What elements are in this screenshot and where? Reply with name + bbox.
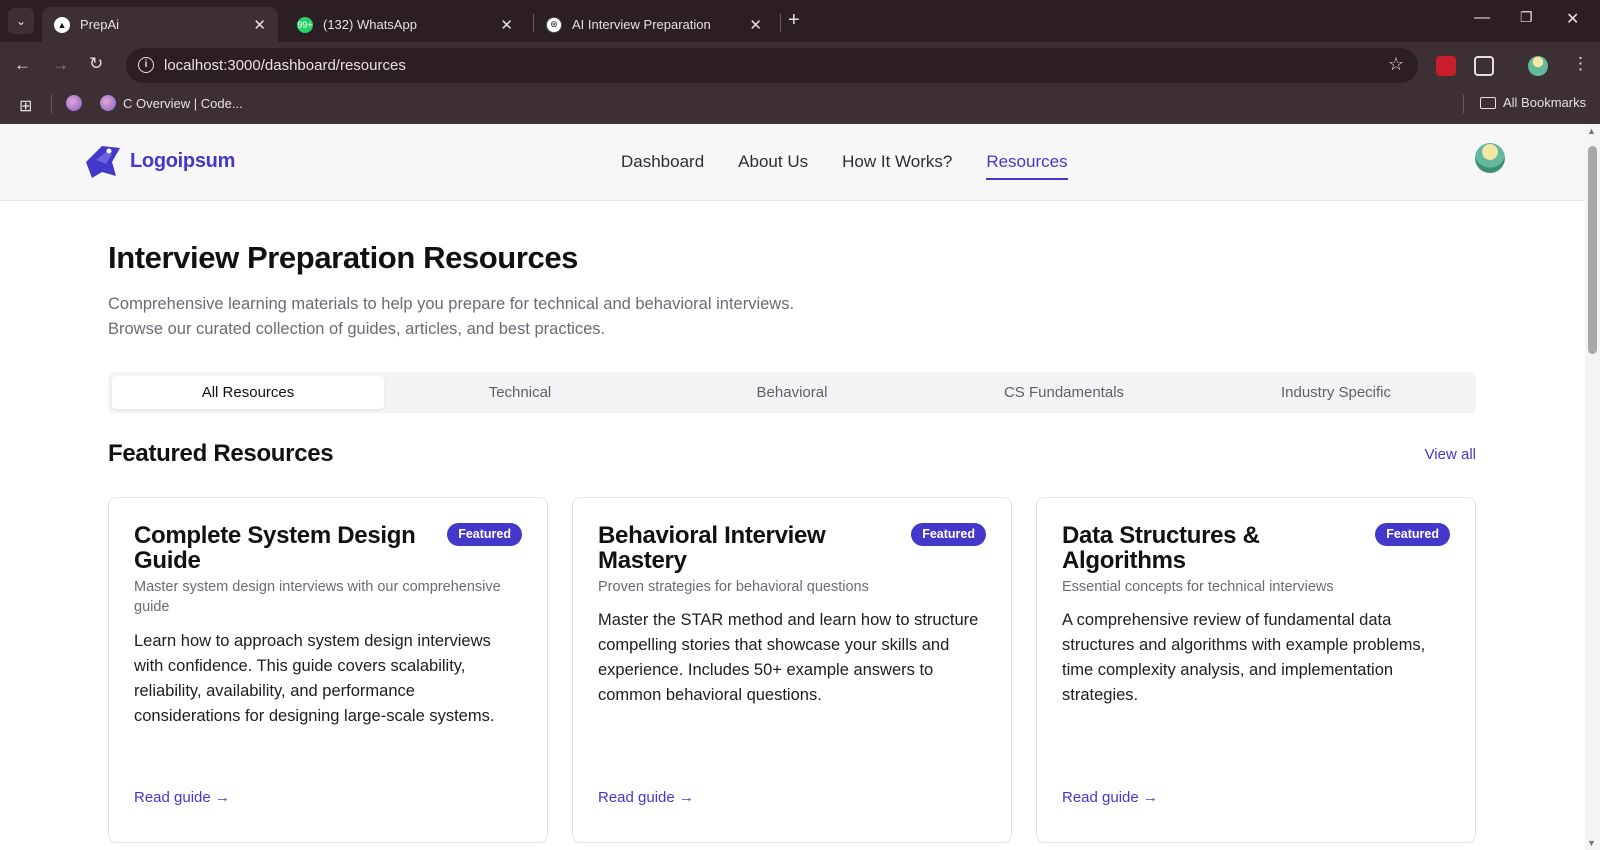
featured-heading: Featured Resources (108, 440, 334, 467)
extensions-puzzle-icon[interactable] (1474, 56, 1494, 76)
site-info-icon[interactable]: i (138, 57, 154, 73)
whatsapp-favicon-icon: 99+ (297, 16, 313, 33)
bookmark-item[interactable] (66, 95, 89, 111)
prepai-favicon-icon: ▲ (54, 16, 70, 33)
page-viewport: Logoipsum Dashboard About Us How It Work… (0, 124, 1585, 850)
tab-title: PrepAi (80, 17, 120, 32)
read-guide-link[interactable]: Read guide → (1062, 789, 1158, 806)
tab-divider (780, 14, 781, 32)
card-description: Learn how to approach system design inte… (134, 632, 495, 725)
apps-grid-icon[interactable]: ⊞ (19, 96, 32, 116)
bookmark-avatar-icon (100, 95, 116, 111)
tab-title: AI Interview Preparation (572, 17, 711, 32)
close-tab-icon[interactable]: ✕ (500, 16, 513, 34)
logo-mark-icon (86, 146, 120, 178)
page-title: Interview Preparation Resources (108, 240, 579, 275)
bookmark-divider (51, 95, 52, 113)
nav-how-it-works[interactable]: How It Works? (842, 152, 952, 180)
address-bar[interactable]: i localhost:3000/dashboard/resources ☆ (126, 48, 1418, 83)
user-avatar[interactable] (1475, 143, 1505, 173)
card-title: Complete System Design Guide (134, 522, 416, 574)
bookmark-item-c-overview[interactable]: C Overview | Code... (100, 95, 243, 111)
main-nav: Dashboard About Us How It Works? Resourc… (621, 152, 1102, 180)
close-tab-icon[interactable]: ✕ (253, 16, 266, 34)
browser-tab-prepai[interactable]: ▲ PrepAi ✕ (42, 7, 278, 42)
page-description: Comprehensive learning materials to help… (108, 295, 795, 338)
site-logo[interactable]: Logoipsum (82, 142, 235, 180)
all-bookmarks-button[interactable]: All Bookmarks (1480, 95, 1586, 110)
read-guide-link[interactable]: Read guide → (598, 789, 694, 806)
scroll-down-arrow-icon[interactable]: ▼ (1587, 838, 1596, 848)
tab-technical[interactable]: Technical (384, 376, 656, 409)
tab-title: (132) WhatsApp (323, 17, 417, 32)
scrollbar-thumb[interactable] (1588, 146, 1597, 354)
new-tab-plus-icon[interactable]: + (788, 9, 800, 31)
read-guide-link[interactable]: Read guide → (134, 789, 230, 806)
tab-search-chevron-icon[interactable]: ⌄ (8, 8, 34, 34)
more-menu-icon[interactable]: ⋮ (1572, 54, 1589, 74)
bookmark-star-icon[interactable]: ☆ (1388, 54, 1404, 75)
bookmark-avatar-icon (66, 95, 82, 111)
openai-favicon-icon: ⊛ (546, 16, 562, 33)
url-text[interactable]: localhost:3000/dashboard/resources (164, 57, 406, 74)
card-title: Behavioral Interview Mastery (598, 522, 826, 574)
card-description: Master the STAR method and learn how to … (598, 611, 979, 704)
bookmark-divider (1463, 95, 1464, 113)
featured-badge: Featured (1375, 523, 1450, 546)
featured-badge: Featured (911, 523, 986, 546)
reload-icon[interactable]: ↻ (89, 54, 103, 74)
close-window-icon[interactable]: ✕ (1566, 9, 1579, 29)
resource-card-system-design: Complete System Design Guide Featured Ma… (108, 497, 548, 843)
nav-dashboard[interactable]: Dashboard (621, 152, 704, 180)
nav-about-us[interactable]: About Us (738, 152, 808, 180)
tab-industry-specific[interactable]: Industry Specific (1200, 376, 1472, 409)
logo-text: Logoipsum (130, 149, 236, 172)
nav-resources[interactable]: Resources (986, 152, 1068, 180)
scroll-up-arrow-icon[interactable]: ▲ (1587, 126, 1596, 136)
minimize-icon[interactable]: — (1474, 9, 1490, 27)
card-subtitle: Proven strategies for behavioral questio… (598, 579, 869, 595)
browser-tab-ai-interview[interactable]: ⊛ AI Interview Preparation ✕ (534, 7, 774, 42)
resource-card-dsa: Data Structures & Algorithms Featured Es… (1036, 497, 1476, 843)
tab-cs-fundamentals[interactable]: CS Fundamentals (928, 376, 1200, 409)
browser-tab-whatsapp[interactable]: 99+ (132) WhatsApp ✕ (285, 7, 525, 42)
profile-avatar-icon[interactable] (1528, 56, 1548, 76)
folder-icon (1480, 96, 1496, 109)
close-tab-icon[interactable]: ✕ (749, 16, 762, 34)
resource-card-behavioral: Behavioral Interview Mastery Featured Pr… (572, 497, 1012, 843)
tab-all-resources[interactable]: All Resources (112, 376, 384, 409)
resource-filter-tabs: All Resources Technical Behavioral CS Fu… (108, 372, 1476, 413)
extension-red-icon[interactable] (1436, 56, 1456, 76)
card-subtitle: Essential concepts for technical intervi… (1062, 579, 1334, 595)
card-title: Data Structures & Algorithms (1062, 522, 1260, 574)
site-header: Logoipsum Dashboard About Us How It Work… (0, 124, 1585, 201)
tab-behavioral[interactable]: Behavioral (656, 376, 928, 409)
restore-icon[interactable]: ❐ (1520, 9, 1533, 26)
card-description: A comprehensive review of fundamental da… (1062, 611, 1426, 704)
view-all-link[interactable]: View all (1425, 446, 1476, 463)
back-arrow-icon[interactable]: ← (14, 55, 31, 75)
card-subtitle: Master system design interviews with our… (134, 579, 501, 615)
forward-arrow-icon[interactable]: → (52, 55, 69, 75)
featured-badge: Featured (447, 523, 522, 546)
